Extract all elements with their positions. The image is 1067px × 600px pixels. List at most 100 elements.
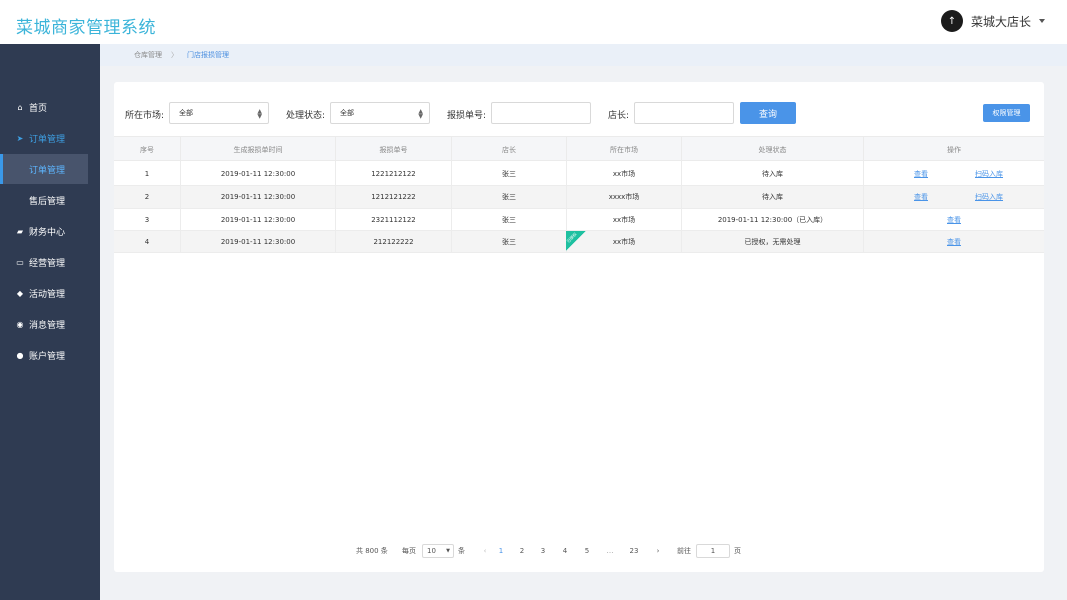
- cell-time: 2019-01-11 12:30:00: [181, 231, 336, 252]
- sidebar-item-account[interactable]: ● 账户管理: [0, 340, 100, 370]
- scan-inbound-link[interactable]: 扫码入库: [975, 169, 1003, 179]
- market-filter-label: 所在市场:: [125, 111, 165, 121]
- sidebar-item-orders[interactable]: ➤ 订单管理: [0, 123, 100, 153]
- goto-label: 前往: [677, 547, 691, 555]
- chevron-right-icon: 〉: [171, 51, 178, 59]
- page-size-select[interactable]: 10 ▼: [422, 544, 454, 558]
- breadcrumb-parent[interactable]: 仓库管理: [134, 50, 162, 60]
- sidebar-item-label: 订单管理: [29, 134, 66, 145]
- cell-report-no: 2321112122: [336, 209, 452, 230]
- table-row: 3 2019-01-11 12:30:00 2321112122 张三 xx市场…: [114, 209, 1044, 231]
- sidebar-item-label: 售后管理: [29, 196, 66, 207]
- page-number[interactable]: 1: [494, 543, 508, 559]
- ribbon-label: 已授权: [565, 231, 578, 244]
- table-header: 序号 生成报损单时间 报损单号 店长 所在市场 处理状态 操作: [114, 136, 1044, 162]
- sidebar-item-messages[interactable]: ◉ 消息管理: [0, 309, 100, 339]
- avatar[interactable]: ↑: [940, 10, 963, 32]
- market-select-value: 全部: [179, 109, 193, 117]
- view-link[interactable]: 查看: [914, 192, 928, 202]
- cell-time: 2019-01-11 12:30:00: [181, 209, 336, 230]
- header-cell: 报损单号: [336, 137, 452, 162]
- page-number[interactable]: 3: [536, 543, 550, 559]
- prev-page-icon[interactable]: ‹: [478, 543, 492, 559]
- page-ellipsis[interactable]: …: [603, 543, 617, 559]
- cell-status: 已授权，无需处理: [682, 231, 864, 252]
- breadcrumb-current: 门店报损管理: [187, 51, 229, 59]
- scan-inbound-link[interactable]: 扫码入库: [975, 192, 1003, 202]
- cell-market: xx市场: [567, 162, 682, 185]
- cell-index: 2: [114, 186, 181, 208]
- cell-actions: 查看: [864, 231, 1044, 252]
- header-cell: 处理状态: [682, 137, 864, 162]
- goto-page-input[interactable]: 1: [696, 544, 730, 558]
- cell-manager: 张三: [452, 231, 567, 252]
- user-menu[interactable]: ↑ 菜城大店长: [940, 10, 1045, 32]
- monitor-icon: ▭: [16, 257, 24, 267]
- sidebar: ⌂ 首页 ➤ 订单管理 订单管理 售后管理 ▰ 财务中心 ▭ 经营管理 ◆ 活动…: [0, 44, 100, 600]
- sidebar-item-label: 活动管理: [29, 289, 66, 300]
- app-title: 菜城商家管理系统: [16, 18, 156, 38]
- home-icon: ⌂: [17, 102, 23, 112]
- sidebar-item-label: 订单管理: [29, 165, 66, 176]
- report-no-input[interactable]: [491, 102, 591, 124]
- top-bar: 菜城商家管理系统 ↑ 菜城大店长: [0, 0, 1067, 44]
- sidebar-item-home[interactable]: ⌂ 首页: [0, 92, 100, 122]
- view-link[interactable]: 查看: [914, 169, 928, 179]
- page-number[interactable]: 4: [558, 543, 572, 559]
- cell-report-no: 212122222: [336, 231, 452, 252]
- header-cell: 生成报损单时间: [181, 137, 336, 162]
- cell-report-no: 1221212122: [336, 162, 452, 185]
- manager-input[interactable]: [634, 102, 734, 124]
- view-link[interactable]: 查看: [947, 215, 961, 225]
- pagination: 共 800 条 每页 10 ▼ 条 ‹ 1 2 3 4 5 … 23 › 前往 …: [114, 543, 1044, 559]
- page-size-value: 10: [427, 547, 436, 555]
- cell-status: 待入库: [682, 162, 864, 185]
- sidebar-item-label: 财务中心: [29, 227, 66, 238]
- breadcrumb: 仓库管理 〉 门店报损管理: [100, 44, 1067, 66]
- goto-unit: 页: [734, 547, 741, 555]
- status-select-value: 全部: [340, 109, 354, 117]
- sidebar-subitem-order-management[interactable]: 订单管理: [0, 154, 88, 184]
- sidebar-item-label: 经营管理: [29, 258, 66, 269]
- query-button[interactable]: 查询: [740, 102, 796, 124]
- manager-label: 店长:: [608, 111, 630, 121]
- send-icon: ➤: [16, 133, 24, 143]
- filter-bar: 所在市场: 全部 ▲ ▼ 处理状态: 全部 ▲ ▼ 报损单号: 店长: 查询 权限管…: [114, 102, 1044, 126]
- header-cell: 序号: [114, 137, 181, 162]
- header-cell: 店长: [452, 137, 567, 162]
- sidebar-item-label: 首页: [29, 103, 48, 114]
- status-select[interactable]: 全部 ▲ ▼: [330, 102, 430, 124]
- cell-status: 待入库: [682, 186, 864, 208]
- per-page-unit: 条: [458, 547, 465, 555]
- caret-down-icon[interactable]: [1039, 19, 1045, 23]
- header-cell: 操作: [947, 145, 961, 154]
- cell-actions: 查看: [864, 209, 1044, 230]
- table-row: 1 2019-01-11 12:30:00 1221212122 张三 xx市场…: [114, 162, 1044, 186]
- page-number[interactable]: 2: [515, 543, 529, 559]
- cell-index: 3: [114, 209, 181, 230]
- chevron-down-icon: ▼: [446, 548, 450, 554]
- active-indicator: [0, 154, 3, 184]
- market-select[interactable]: 全部 ▲ ▼: [169, 102, 269, 124]
- next-page-icon[interactable]: ›: [651, 543, 665, 559]
- sidebar-item-finance[interactable]: ▰ 财务中心: [0, 216, 100, 246]
- user-name[interactable]: 菜城大店长: [971, 13, 1031, 30]
- cell-time: 2019-01-11 12:30:00: [181, 186, 336, 208]
- per-page-label: 每页: [402, 547, 416, 555]
- cell-actions: 查看 扫码入库: [864, 162, 1044, 185]
- page-number[interactable]: 5: [580, 543, 594, 559]
- header-cell: 所在市场: [567, 137, 682, 162]
- cell-manager: 张三: [452, 162, 567, 185]
- user-icon: ●: [16, 350, 24, 360]
- permission-management-button[interactable]: 权限管理: [983, 104, 1030, 122]
- cube-icon: ◆: [16, 288, 24, 298]
- sidebar-item-activities[interactable]: ◆ 活动管理: [0, 278, 100, 308]
- page-number[interactable]: 23: [627, 543, 641, 559]
- view-link[interactable]: 查看: [947, 237, 961, 247]
- cell-manager: 张三: [452, 186, 567, 208]
- sidebar-item-operations[interactable]: ▭ 经营管理: [0, 247, 100, 277]
- sidebar-item-label: 消息管理: [29, 320, 66, 331]
- sidebar-subitem-after-sales[interactable]: 售后管理: [0, 185, 100, 215]
- cell-status: 2019-01-11 12:30:00（已入库）: [682, 209, 864, 230]
- wallet-icon: ▰: [16, 226, 24, 236]
